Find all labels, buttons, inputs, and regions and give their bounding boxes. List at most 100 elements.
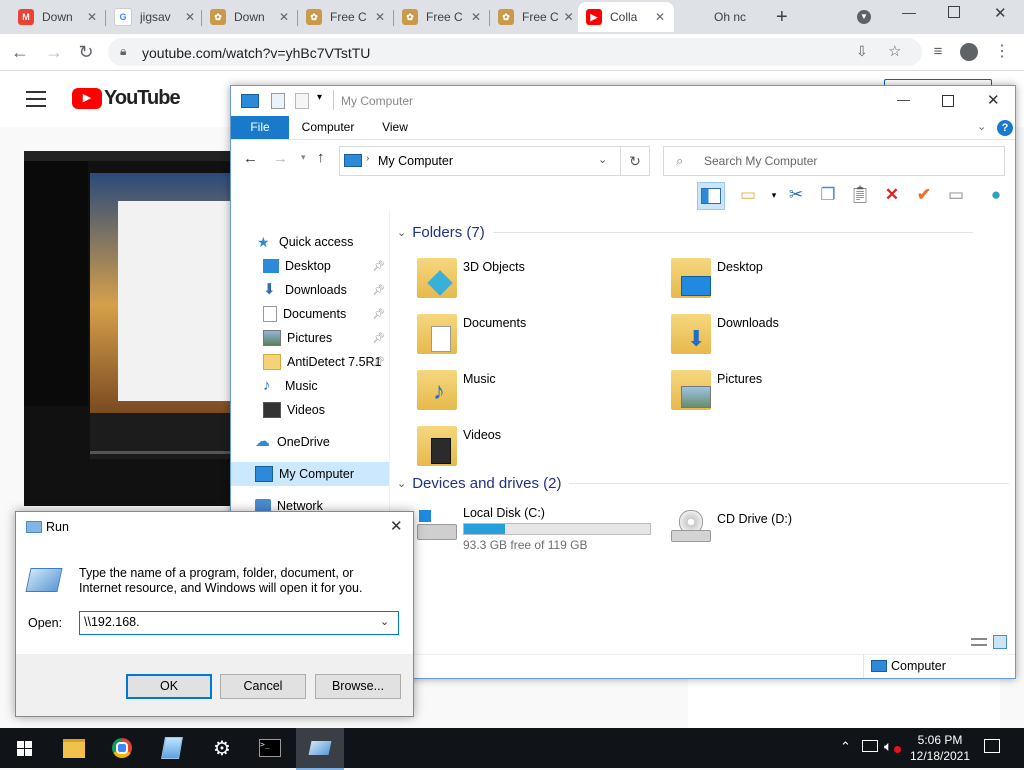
url-text[interactable]: youtube.com/watch?v=yhBc7VTstTU: [142, 45, 370, 61]
nav-onedrive[interactable]: ☁ OneDrive: [255, 430, 389, 454]
minimize-icon[interactable]: —: [902, 4, 916, 20]
browser-tab[interactable]: Oh nc: [682, 2, 774, 32]
new-folder-icon[interactable]: [295, 93, 309, 109]
chrome-taskbar-icon[interactable]: [98, 728, 146, 768]
drives-group-header[interactable]: ⌄ Devices and drives (2): [397, 475, 1010, 492]
youtube-logo-icon[interactable]: ▶: [72, 88, 102, 109]
show-hidden-icons-icon[interactable]: ⌃: [840, 739, 851, 755]
pin-icon[interactable]: 📌︎: [372, 261, 385, 272]
media-control-icon[interactable]: ≡: [926, 40, 950, 64]
large-icons-view-icon[interactable]: [993, 635, 1007, 649]
minimize-icon[interactable]: —: [897, 92, 910, 107]
new-item-icon[interactable]: ▭: [735, 182, 761, 208]
nav-item-documents[interactable]: Documents 📌︎: [263, 302, 389, 326]
browser-tab-active[interactable]: ▶ Colla ✕: [578, 2, 674, 32]
maximize-icon[interactable]: [942, 95, 954, 107]
folder-downloads[interactable]: ⬇ Downloads: [671, 314, 911, 366]
youtube-logo-text[interactable]: YouTube: [104, 87, 181, 110]
help-icon[interactable]: ?: [997, 120, 1013, 136]
collapse-chevron-icon[interactable]: ⌄: [397, 477, 406, 490]
nav-mycomputer-selected[interactable]: My Computer: [231, 462, 389, 486]
expand-ribbon-icon[interactable]: ⌄: [977, 120, 986, 133]
lock-icon[interactable]: 🔒︎: [120, 44, 126, 59]
folders-group-header[interactable]: ⌄ Folders (7): [397, 224, 973, 241]
nav-item-videos[interactable]: Videos: [263, 398, 389, 422]
back-arrow-icon[interactable]: ←: [243, 150, 258, 167]
close-tab-icon[interactable]: ✕: [180, 10, 200, 24]
tab-search-icon[interactable]: ▼: [857, 10, 871, 24]
browse-button[interactable]: Browse...: [315, 674, 401, 699]
open-input-value[interactable]: \\192.168.: [84, 615, 140, 629]
folder-music[interactable]: ♪ Music: [417, 370, 657, 422]
cut-icon[interactable]: ✂: [783, 182, 809, 208]
close-tab-icon[interactable]: ✕: [274, 10, 294, 24]
network-status-icon[interactable]: [862, 740, 878, 752]
shell-globe-icon[interactable]: ●: [983, 182, 1009, 208]
terminal-taskbar-icon[interactable]: >_: [246, 728, 294, 768]
restore-icon[interactable]: [948, 6, 960, 18]
new-tab-icon[interactable]: +: [776, 6, 788, 29]
pin-icon[interactable]: 📌︎: [372, 357, 385, 368]
clock-time[interactable]: 5:06 PM: [910, 733, 970, 747]
run-taskbar-icon-active[interactable]: [296, 728, 344, 770]
profile-avatar-icon[interactable]: [960, 43, 978, 61]
collapse-chevron-icon[interactable]: ⌄: [397, 226, 406, 239]
folder-pictures[interactable]: Pictures: [671, 370, 911, 422]
tab-view[interactable]: View: [371, 116, 419, 139]
close-tab-icon[interactable]: ✕: [650, 10, 670, 24]
chrome-menu-icon[interactable]: ⋮: [990, 40, 1014, 64]
file-explorer-taskbar-icon[interactable]: [50, 728, 98, 768]
close-tab-icon[interactable]: ✕: [370, 10, 390, 24]
paste-icon[interactable]: 📋︎: [847, 182, 873, 208]
volume-muted-icon[interactable]: 🔈︎: [884, 738, 892, 755]
select-check-icon[interactable]: ✔: [911, 182, 937, 208]
refresh-icon[interactable]: ↻: [621, 146, 650, 176]
tab-file[interactable]: File: [231, 116, 289, 139]
tab-computer[interactable]: Computer: [293, 116, 363, 139]
properties-icon[interactable]: [271, 93, 285, 109]
browser-tab[interactable]: ✿ Down ✕: [202, 2, 298, 32]
rename-icon[interactable]: ▭: [943, 182, 969, 208]
copy-icon[interactable]: ❐: [815, 182, 841, 208]
nav-item-music[interactable]: ♪ Music: [263, 374, 389, 398]
chevron-down-icon[interactable]: ⌄: [380, 615, 389, 628]
up-arrow-icon[interactable]: ↑: [317, 149, 325, 166]
folder-documents[interactable]: Documents: [417, 314, 657, 366]
browser-tab[interactable]: G jigsav ✕: [106, 2, 202, 32]
breadcrumb-item[interactable]: My Computer: [378, 154, 453, 168]
settings-gear-icon[interactable]: ⚙: [198, 728, 246, 768]
open-combobox[interactable]: \\192.168. ⌄: [79, 611, 399, 635]
recent-locations-icon[interactable]: ▾: [301, 152, 306, 163]
bookmark-star-icon[interactable]: ☆: [888, 42, 901, 60]
clock-date[interactable]: 12/18/2021: [908, 749, 972, 763]
start-button[interactable]: [0, 728, 48, 768]
ok-button[interactable]: OK: [126, 674, 212, 699]
notepad-taskbar-icon[interactable]: [148, 728, 196, 768]
close-tab-icon[interactable]: ✕: [82, 10, 102, 24]
details-view-icon[interactable]: [971, 636, 987, 648]
close-icon[interactable]: ✕: [390, 517, 403, 535]
folder-videos[interactable]: Videos: [417, 426, 657, 478]
folder-desktop[interactable]: Desktop: [671, 258, 911, 310]
folder-3d-objects[interactable]: 3D Objects: [417, 258, 657, 310]
omnibox[interactable]: 🔒︎ youtube.com/watch?v=yhBc7VTstTU ⇩ ☆: [108, 38, 922, 66]
pin-icon[interactable]: 📌︎: [372, 309, 385, 320]
nav-item-downloads[interactable]: ⬇ Downloads 📌︎: [263, 278, 389, 302]
nav-item-desktop[interactable]: Desktop 📌︎: [263, 254, 389, 278]
pin-icon[interactable]: 📌︎: [372, 333, 385, 344]
preview-pane-icon[interactable]: [697, 182, 725, 210]
browser-tab[interactable]: M Down ✕: [10, 2, 106, 32]
search-box[interactable]: ⌕ Search My Computer: [663, 146, 1005, 176]
forward-icon[interactable]: →: [42, 40, 66, 64]
drive-d[interactable]: CD Drive (D:): [671, 504, 911, 556]
pin-icon[interactable]: 📌︎: [372, 285, 385, 296]
close-tab-icon[interactable]: ✕: [466, 10, 486, 24]
video-player[interactable]: [24, 151, 234, 506]
reload-icon[interactable]: ↻: [74, 40, 98, 64]
nav-item-antidetect[interactable]: AntiDetect 7.5R1 📌︎: [263, 350, 389, 374]
address-bar[interactable]: › My Computer ⌄: [339, 146, 621, 176]
close-window-icon[interactable]: ✕: [994, 4, 1007, 22]
browser-tab[interactable]: ✿ Free C ✕: [298, 2, 394, 32]
drive-c[interactable]: Local Disk (C:) 93.3 GB free of 119 GB: [417, 504, 667, 556]
forward-arrow-icon[interactable]: →: [273, 150, 288, 167]
